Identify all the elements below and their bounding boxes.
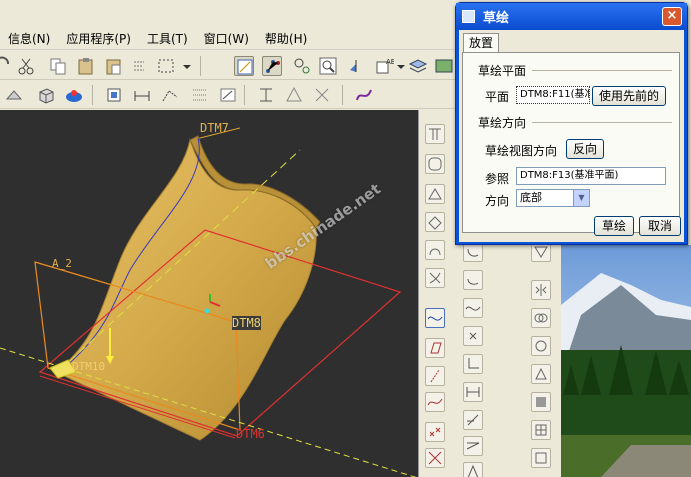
select-box-icon[interactable] <box>156 56 176 76</box>
draft-icon[interactable] <box>425 240 445 260</box>
orient-icon[interactable] <box>346 56 366 76</box>
trim-icon[interactable] <box>531 448 551 468</box>
dialog-body: 放置 草绘平面 平面 DTM8:F11(基准平面) 使用先前的 草绘方向 草绘视… <box>459 30 684 242</box>
dtm10-label: DTM10 <box>72 360 106 373</box>
datum-plane-display-icon[interactable] <box>234 56 254 76</box>
toolbar-top: AB <box>0 52 460 80</box>
dtm6-label: DTM6 <box>236 427 265 441</box>
dtm8-label: DTM8 <box>232 316 261 330</box>
menu-tools[interactable]: 工具(T) <box>139 30 196 47</box>
regenerate-icon[interactable] <box>130 56 150 76</box>
paste-special-icon[interactable] <box>104 56 124 76</box>
reference-field[interactable]: DTM8:F13(基准平面) <box>516 167 666 185</box>
pattern-icon[interactable] <box>531 420 551 440</box>
reference-label: 参照 <box>485 172 510 186</box>
sweep-surface <box>55 138 317 441</box>
sine-icon[interactable] <box>463 298 483 318</box>
dtm7-label: DTM7 <box>200 121 229 135</box>
wave-icon[interactable] <box>425 392 445 412</box>
cross-icon[interactable] <box>312 85 332 105</box>
intersect-icon[interactable] <box>531 308 551 328</box>
point-icon[interactable] <box>463 326 483 346</box>
copy-icon[interactable] <box>48 56 68 76</box>
round-icon[interactable] <box>425 154 445 174</box>
a2-axis-label: A_2 <box>52 257 72 270</box>
tab-placement[interactable]: 放置 <box>463 33 499 53</box>
direction-select[interactable]: 底部 ▼ <box>516 189 590 207</box>
curve-icon[interactable] <box>425 308 445 328</box>
cancel-button[interactable]: 取消 <box>639 216 681 236</box>
cube-icon[interactable] <box>36 85 56 105</box>
section-sketch-plane: 草绘平面 <box>478 64 527 78</box>
select-dropdown-arrow-icon[interactable] <box>182 56 192 76</box>
layers-icon[interactable] <box>408 56 428 76</box>
redo-icon[interactable] <box>0 56 14 76</box>
zoom-icon[interactable] <box>318 56 338 76</box>
shading-icon[interactable] <box>4 85 24 105</box>
sketch-view-direction-label: 草绘视图方向 <box>485 144 558 158</box>
csys-icon[interactable] <box>425 448 445 468</box>
menu-help[interactable]: 帮助(H) <box>257 30 315 47</box>
tangent-icon[interactable] <box>463 270 483 290</box>
corner-icon[interactable] <box>463 354 483 374</box>
edit-icon[interactable] <box>463 410 483 430</box>
model-tree-icon[interactable] <box>434 56 454 76</box>
triangle-icon[interactable] <box>284 85 304 105</box>
mirror-icon[interactable] <box>531 280 551 300</box>
align-icon[interactable] <box>256 85 276 105</box>
grid-icon[interactable] <box>190 85 210 105</box>
appearance-icon[interactable] <box>64 85 84 105</box>
chevron-down-icon[interactable]: ▼ <box>573 190 589 206</box>
menu-info[interactable]: 信息(N) <box>0 30 58 47</box>
flip-button[interactable]: 反向 <box>566 139 604 159</box>
dialog-title: 草绘 <box>483 11 510 26</box>
sketch-tool-icon[interactable] <box>218 85 238 105</box>
text-icon[interactable] <box>463 462 483 477</box>
chamfer-icon[interactable] <box>425 268 445 288</box>
hole-icon[interactable] <box>425 124 445 144</box>
offset-icon[interactable] <box>531 364 551 384</box>
direction-value: 底部 <box>520 191 542 204</box>
constraint-icon[interactable] <box>463 436 483 456</box>
sketch-button[interactable]: 草绘 <box>594 216 634 236</box>
datum-axis-display-icon[interactable] <box>262 56 282 76</box>
close-icon[interactable]: × <box>662 7 682 26</box>
datum-point-display-icon[interactable] <box>292 56 312 76</box>
rib-icon[interactable] <box>425 212 445 232</box>
plane-label: 平面 <box>485 90 510 104</box>
line-icon[interactable] <box>425 366 445 386</box>
saved-views-dropdown-icon[interactable] <box>396 56 406 76</box>
cut-icon[interactable] <box>16 56 36 76</box>
dialog-app-icon <box>462 10 475 23</box>
pro-engineer-window: 信息(N) 应用程序(P) 工具(T) 窗口(W) 帮助(H) AB DTM7 … <box>0 0 691 477</box>
analysis-icon[interactable] <box>160 85 180 105</box>
arc-icon[interactable] <box>463 242 483 262</box>
desktop-background <box>561 245 691 477</box>
measure-icon[interactable] <box>132 85 152 105</box>
shell-icon[interactable] <box>425 184 445 204</box>
sketch-dialog: 草绘 × 放置 草绘平面 平面 DTM8:F11(基准平面) 使用先前的 草绘方… <box>455 2 688 245</box>
plane-field[interactable]: DTM8:F11(基准平面) <box>516 86 590 104</box>
direction-label: 方向 <box>485 194 510 208</box>
toolbar-bottom <box>0 81 460 109</box>
dialog-title-bar[interactable]: 草绘 <box>456 3 687 30</box>
svg-text:AB: AB <box>386 58 394 66</box>
spline-icon[interactable] <box>354 85 374 105</box>
section-sketch-orientation: 草绘方向 <box>478 116 527 130</box>
use-previous-button[interactable]: 使用先前的 <box>592 86 666 106</box>
paste-icon[interactable] <box>76 56 96 76</box>
placement-panel: 草绘平面 平面 DTM8:F11(基准平面) 使用先前的 草绘方向 草绘视图方向… <box>462 52 680 233</box>
saved-views-icon[interactable]: AB <box>374 56 396 76</box>
menu-applications[interactable]: 应用程序(P) <box>58 30 139 47</box>
graphics-window[interactable]: DTM7 DTM8 DTM6 A_2 DTM10 <box>0 110 418 477</box>
dimension-icon[interactable] <box>463 382 483 402</box>
menu-window[interactable]: 窗口(W) <box>196 30 257 47</box>
project-icon[interactable] <box>531 336 551 356</box>
menu-bar: 信息(N) 应用程序(P) 工具(T) 窗口(W) 帮助(H) <box>0 28 460 50</box>
parallelogram-icon[interactable] <box>425 338 445 358</box>
point-cross-icon[interactable] <box>425 422 445 442</box>
model-display-icon[interactable] <box>104 85 124 105</box>
thicken-icon[interactable] <box>531 392 551 412</box>
palette-icon[interactable] <box>531 242 551 262</box>
